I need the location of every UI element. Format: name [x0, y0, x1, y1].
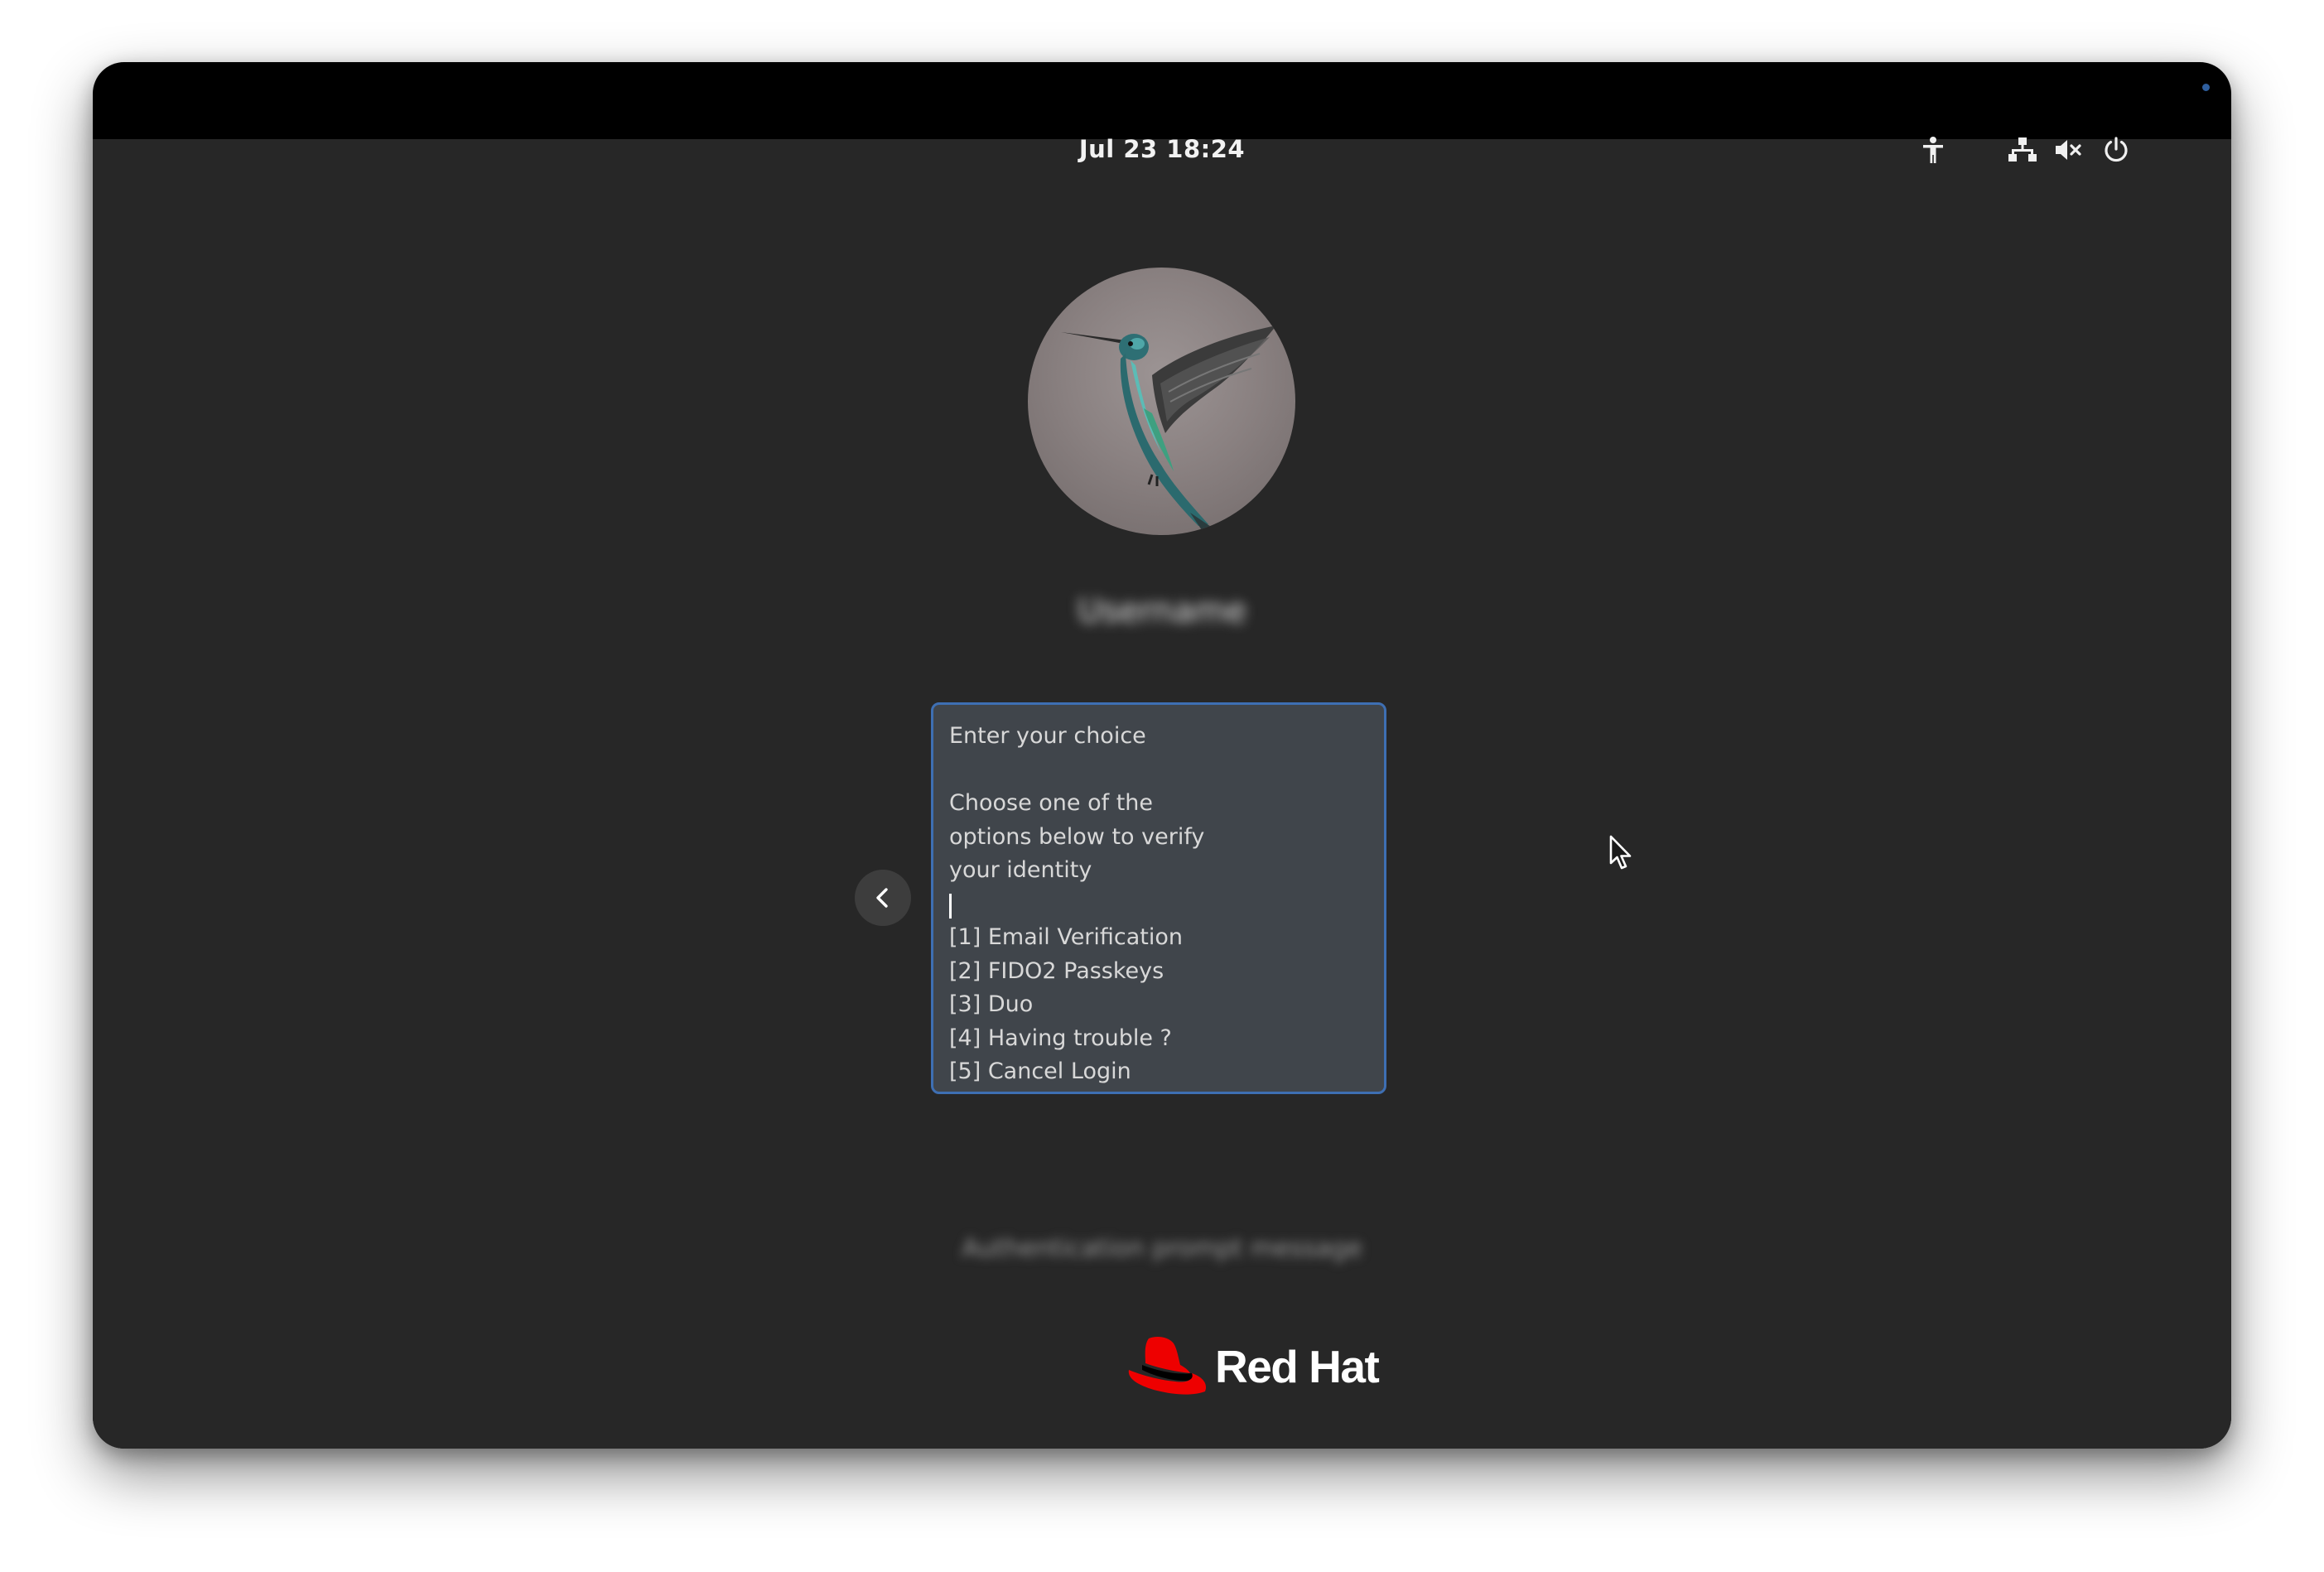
user-avatar	[1028, 268, 1295, 535]
text-cursor-line	[949, 888, 1367, 922]
back-button[interactable]	[855, 870, 911, 926]
auth-hint-message: Authentication prompt message	[962, 1234, 1362, 1263]
clock[interactable]: Jul 23 18:24	[93, 135, 2231, 163]
accessibility-icon[interactable]	[1917, 133, 1950, 166]
screenshot-window: Jul 23 18:24 Username Enter your choice …	[93, 62, 2231, 1449]
red-hat-logo: Red Hat	[1126, 1331, 1380, 1401]
power-icon[interactable]	[2100, 133, 2133, 166]
prompt-blank-line	[949, 754, 1367, 788]
option-having-trouble: [4] Having trouble ?	[949, 1025, 1172, 1051]
text-caret	[949, 894, 952, 919]
option-duo: [3] Duo	[949, 991, 1034, 1017]
red-hat-wordmark: Red Hat	[1215, 1340, 1380, 1392]
network-icon[interactable]	[2006, 133, 2039, 166]
username-label: Username	[1078, 592, 1246, 630]
prompt-title: Enter your choice	[949, 723, 1146, 749]
option-email-verification: [1] Email Verification	[949, 924, 1184, 950]
option-cancel-login: [5] Cancel Login	[949, 1058, 1131, 1084]
red-hat-fedora-icon	[1128, 1336, 1207, 1395]
mouse-pointer-icon	[1608, 835, 1635, 876]
prompt-instruction-line: your identity	[949, 857, 1092, 883]
volume-muted-icon[interactable]	[2052, 133, 2085, 166]
prompt-instruction-line: options below to verify	[949, 823, 1205, 850]
chevron-left-icon	[876, 888, 888, 908]
option-fido2-passkeys: [2] FIDO2 Passkeys	[949, 957, 1164, 984]
hummingbird-image	[1061, 325, 1276, 535]
auth-prompt-input[interactable]: Enter your choice Choose one of the opti…	[931, 702, 1386, 1094]
prompt-instruction-line: Choose one of the	[949, 790, 1154, 816]
window-status-dot	[2202, 84, 2210, 91]
